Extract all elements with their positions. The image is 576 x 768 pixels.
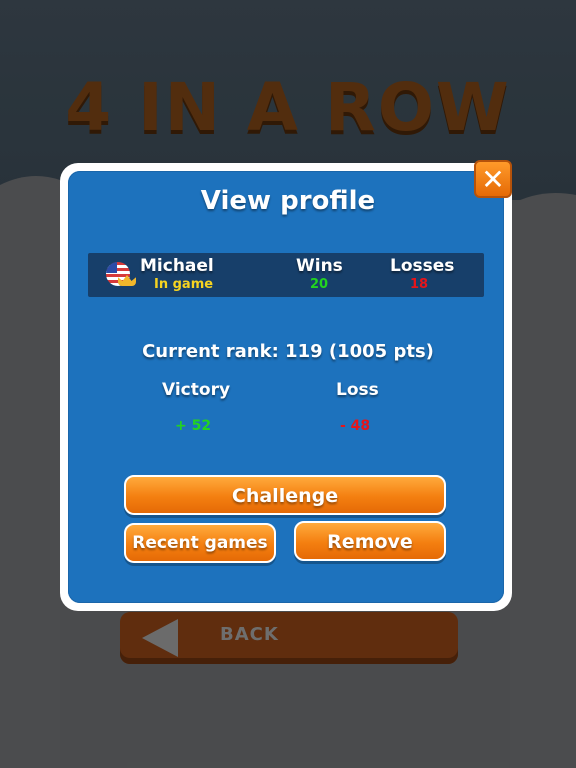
recent-games-button[interactable]: Recent games [124,523,276,563]
challenge-button[interactable]: Challenge [124,475,446,515]
wins-label: Wins [296,256,343,276]
player-name: Michael [140,256,214,276]
loss-points: - 48 [340,418,371,434]
challenge-label: Challenge [231,485,339,507]
recent-games-label: Recent games [132,533,268,553]
remove-label: Remove [327,531,413,553]
victory-points: + 52 [175,418,212,434]
losses-value: 18 [410,277,429,292]
current-rank: Current rank: 119 (1005 pts) [142,341,434,362]
loss-label: Loss [336,380,379,400]
losses-label: Losses [390,256,455,276]
remove-button[interactable]: Remove [294,521,446,561]
victory-label: Victory [162,380,231,400]
player-row: Michael In game Wins 20 Losses 18 [88,253,484,297]
wins-value: 20 [310,277,329,292]
player-status: In game [154,277,214,292]
dialog-title: View profile [200,186,376,216]
